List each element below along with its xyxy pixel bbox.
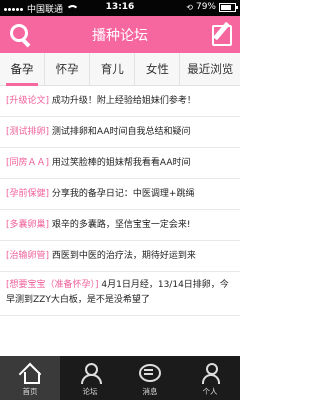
post-title: 用过笑脸棒的姐妹帮我看看AA时间: [51, 158, 191, 168]
post-title: 成功升级！附上经验给姐妹们参考！: [51, 96, 196, 106]
nav-home-label: 首页: [22, 387, 38, 396]
forum-people-icon: [78, 363, 102, 384]
category-tabs: 备孕 怀孕 育儿 女性 最近浏览: [0, 53, 240, 86]
post-title: 分享我的备孕日记：中医调理+跳绳: [51, 189, 195, 199]
nav-profile-label: 个人: [202, 387, 218, 396]
battery-percent: 79%: [195, 2, 216, 12]
post-title: 艰辛的多囊路，坚信宝宝一定会来!: [51, 220, 191, 230]
page-title: 播种论坛: [92, 28, 148, 44]
post-tag: [想要宝宝（准备怀孕）]: [6, 280, 99, 290]
message-bubble-icon: [139, 363, 161, 383]
nav-forum-label: 论坛: [82, 387, 98, 396]
nav-messages[interactable]: 消息: [120, 356, 180, 400]
nav-profile[interactable]: 个人: [180, 356, 240, 400]
tab-nvxing[interactable]: 女性: [135, 53, 181, 85]
list-item[interactable]: [多囊卵巢] 艰辛的多囊路，坚信宝宝一定会来!: [0, 210, 240, 241]
post-tag: [升级论文]: [6, 96, 50, 106]
nav-messages-label: 消息: [142, 387, 158, 396]
list-item[interactable]: [孕前保健] 分享我的备孕日记：中医调理+跳绳: [0, 179, 240, 210]
post-tag: [多囊卵巢]: [6, 220, 50, 230]
post-tag: [测试排卵]: [6, 127, 50, 137]
post-tag: [孕前保健]: [6, 189, 50, 199]
list-item[interactable]: [想要宝宝（准备怀孕）] 4月1日月经，13/14日排卵，今早测到ZZY大白板，…: [0, 272, 240, 316]
nav-forum[interactable]: 论坛: [60, 356, 120, 400]
list-item[interactable]: [治输卵管] 西医到中医的治疗法，期待好运到来: [0, 241, 240, 272]
home-icon: [18, 362, 42, 386]
nav-home[interactable]: 首页: [0, 356, 60, 400]
title-bar: 播种论坛: [0, 16, 240, 53]
tab-huaiyun[interactable]: 怀孕: [45, 53, 91, 85]
post-title: 西医到中医的治疗法，期待好运到来: [51, 251, 196, 261]
post-title: 测试排卵和AA时间自我总结和疑问: [51, 127, 191, 137]
post-list: [升级论文] 成功升级！附上经验给姐妹们参考！ [测试排卵] 测试排卵和AA时间…: [0, 86, 240, 316]
battery-icon: [219, 2, 238, 12]
orientation-lock-icon: ⟲: [186, 2, 193, 12]
person-icon: [200, 363, 220, 384]
tab-recent[interactable]: 最近浏览: [180, 53, 240, 85]
list-item[interactable]: [测试排卵] 测试排卵和AA时间自我总结和疑问: [0, 117, 240, 148]
status-bar: 中国联通 13:16 ⟲ 79%: [0, 0, 240, 16]
battery-area: ⟲ 79%: [186, 2, 238, 12]
post-tag: [同房ＡＡ]: [6, 158, 50, 168]
bottom-nav: 首页 论坛 消息 个人: [0, 356, 240, 400]
list-item[interactable]: [升级论文] 成功升级！附上经验给姐妹们参考！: [0, 86, 240, 117]
list-item[interactable]: [同房ＡＡ] 用过笑脸棒的姐妹帮我看看AA时间: [0, 148, 240, 179]
tab-yuer[interactable]: 育儿: [90, 53, 136, 85]
post-tag: [治输卵管]: [6, 251, 50, 261]
compose-button[interactable]: [210, 20, 234, 46]
tab-beiyun[interactable]: 备孕: [0, 53, 46, 86]
